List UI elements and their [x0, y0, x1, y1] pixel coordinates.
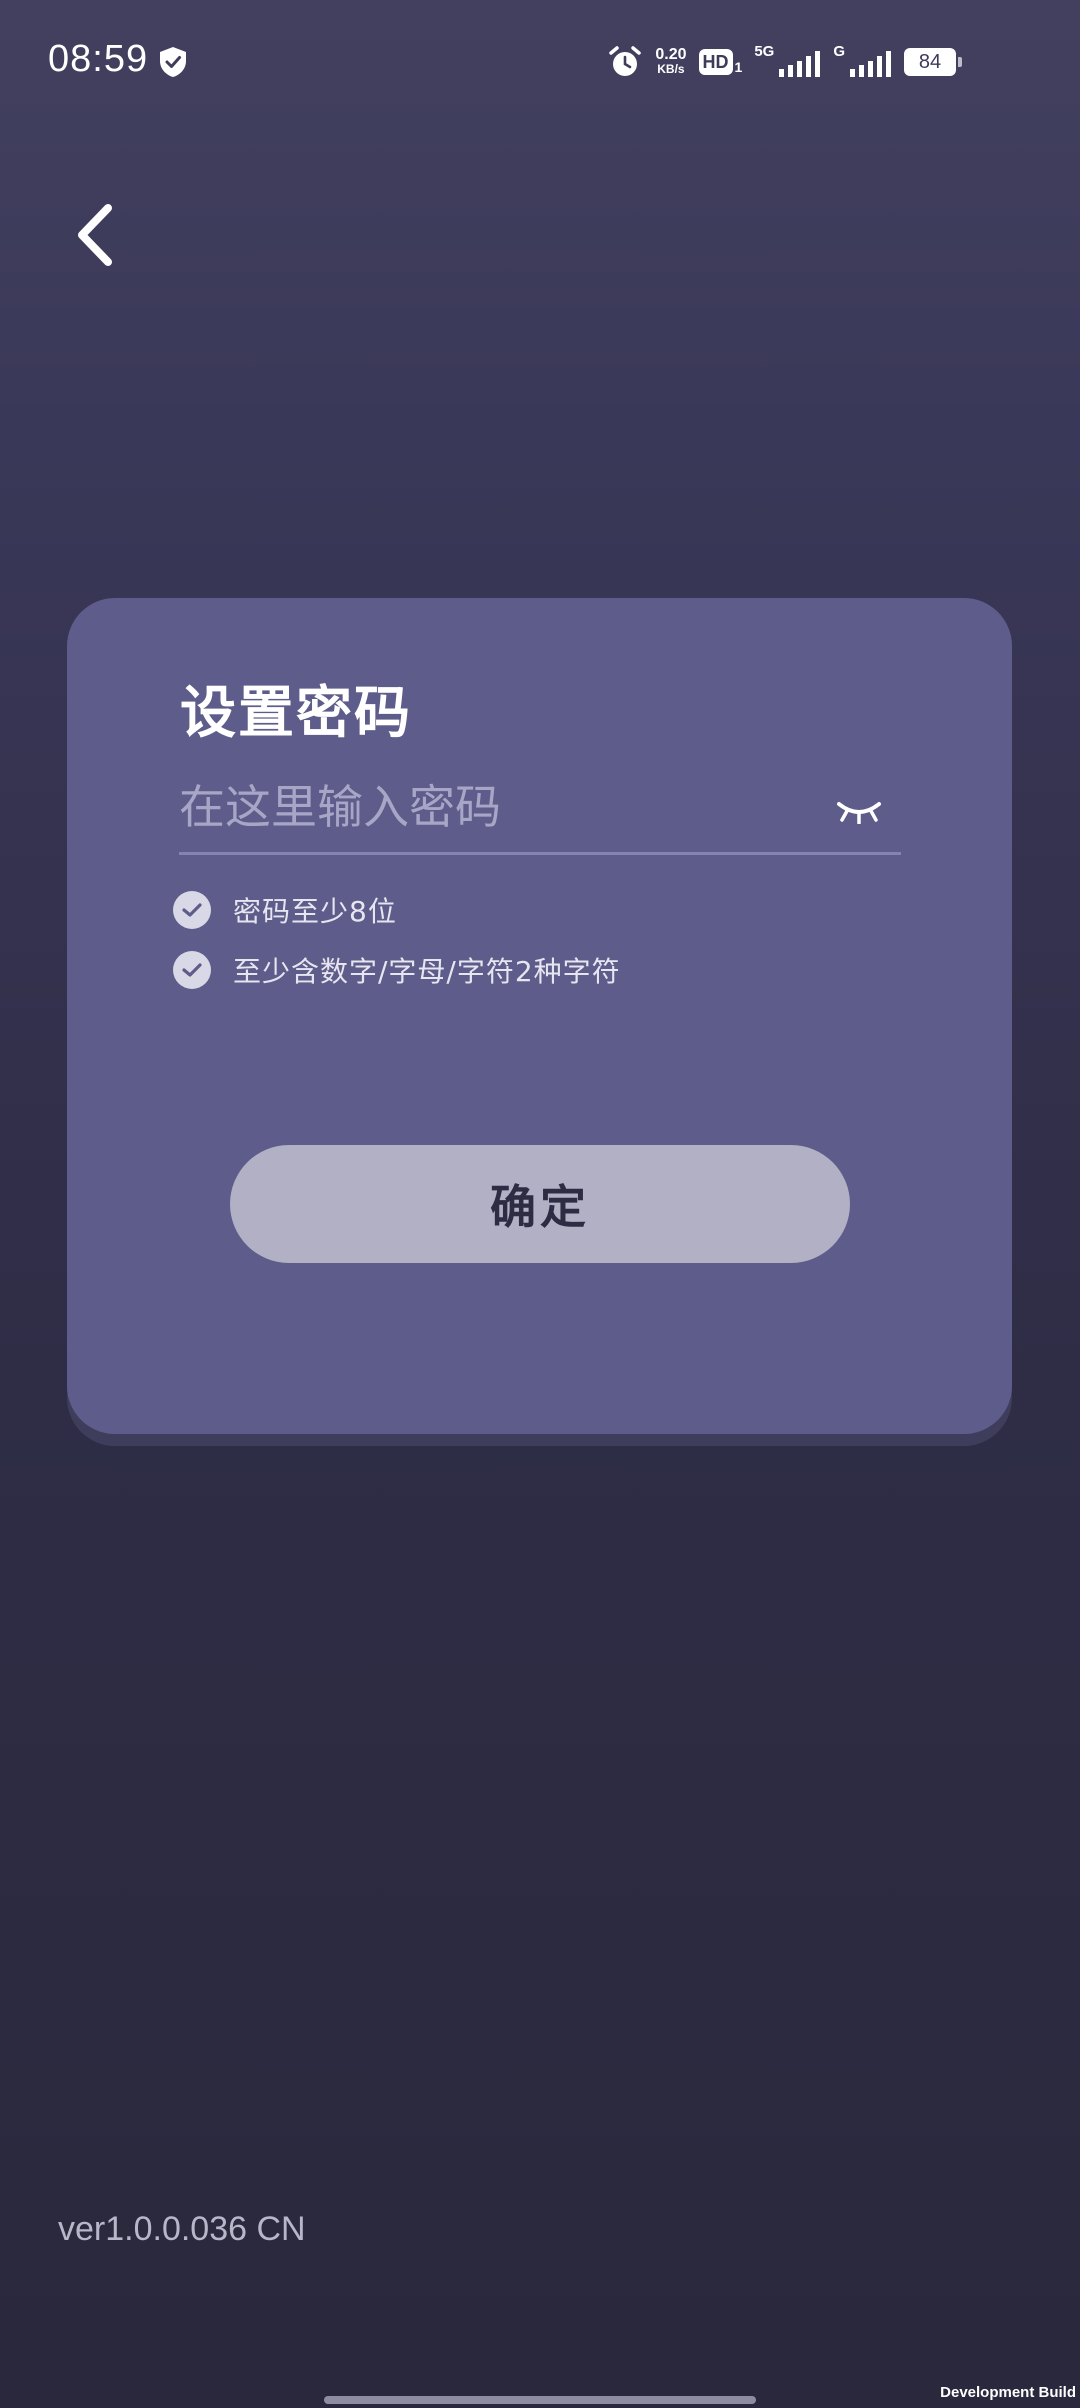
check-circle-icon	[173, 891, 211, 929]
signal-g: G	[833, 43, 892, 77]
eye-closed-icon[interactable]	[835, 796, 883, 824]
set-password-card: 设置密码 密码至少8位 至少含数字/字母/字符2种字符 确定	[67, 598, 1012, 1434]
battery-level: 84	[918, 50, 942, 73]
check-circle-icon	[173, 951, 211, 989]
hd-sub-label: 1	[734, 59, 743, 75]
development-build-label: Development Build	[940, 2384, 1076, 2401]
hd-icon: HD	[698, 49, 733, 75]
home-indicator[interactable]	[324, 2396, 756, 2404]
rule-text: 密码至少8位	[233, 895, 397, 928]
signal-bars-icon	[850, 51, 891, 77]
status-time: 08:59	[48, 38, 149, 80]
status-icons: 0.20 KB/s HD 1 5G G 84	[607, 40, 962, 84]
input-underline	[179, 852, 901, 855]
network-speed-unit: KB/s	[657, 62, 685, 76]
shield-check-icon	[160, 47, 186, 77]
confirm-button[interactable]: 确定	[230, 1145, 850, 1263]
alarm-icon	[609, 46, 642, 76]
signal-bars-icon	[779, 51, 821, 77]
back-arrow-icon[interactable]	[66, 200, 126, 270]
signal-g-label: G	[833, 43, 845, 60]
rule-item-char-types: 至少含数字/字母/字符2种字符	[173, 950, 621, 990]
password-input[interactable]	[179, 772, 819, 842]
rule-item-min-length: 密码至少8位	[173, 890, 397, 930]
card-title: 设置密码	[180, 681, 412, 746]
battery-icon: 84	[904, 48, 962, 76]
signal-5g-label: 5G	[754, 43, 775, 60]
rule-text: 至少含数字/字母/字符2种字符	[233, 955, 621, 988]
network-speed: 0.20 KB/s	[655, 47, 686, 77]
hd-voice-badge: HD 1	[698, 49, 743, 75]
signal-5g: 5G	[754, 43, 821, 77]
version-label: ver1.0.0.036 CN	[58, 2210, 306, 2248]
network-speed-value: 0.20	[655, 46, 687, 63]
status-bar: 08:59 0.20 KB/s HD 1 5G G 84	[0, 0, 1080, 120]
